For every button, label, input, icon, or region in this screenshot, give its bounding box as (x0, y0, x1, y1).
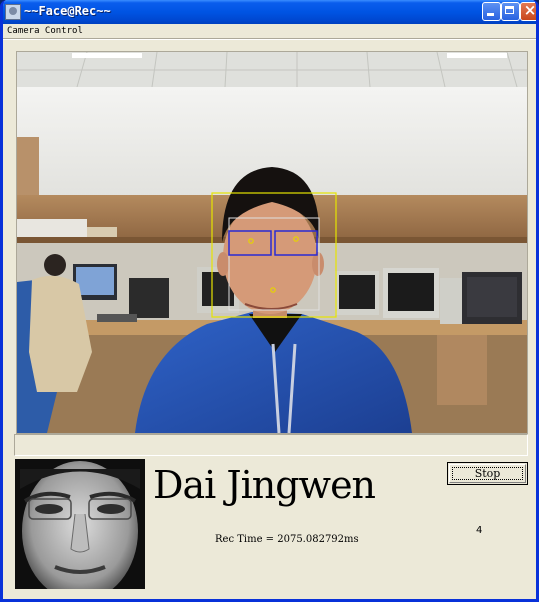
window-title: ~~Face@Rec~~ (24, 4, 111, 18)
subject-ear (217, 252, 229, 276)
stop-button-label: Stop (449, 464, 526, 483)
minimize-icon (487, 13, 494, 16)
app-window: ~~Face@Rec~~ × Camera Control Dai Jingwe… (0, 0, 539, 602)
camera-frame (17, 52, 527, 433)
recognition-count: 4 (476, 525, 483, 536)
monitor-left-screen (76, 267, 114, 295)
crt-screen (467, 277, 517, 317)
recognized-face-thumbnail (15, 459, 145, 589)
title-bar[interactable]: ~~Face@Rec~~ × (3, 0, 537, 24)
desk-equipment (129, 278, 169, 318)
menu-bar: Camera Control (3, 24, 536, 38)
close-icon: × (523, 1, 537, 19)
recognition-time: Rec Time = 2075.082792ms (215, 534, 359, 545)
pc-tower (440, 278, 462, 324)
status-panel (14, 434, 528, 456)
recognized-name: Dai Jingwen (153, 463, 376, 507)
keyboard (97, 314, 137, 322)
menu-camera-control[interactable]: Camera Control (7, 24, 83, 38)
shelf-items (87, 227, 117, 237)
crt-screen (339, 275, 375, 309)
stop-button[interactable]: Stop (447, 462, 528, 485)
menu-divider (3, 38, 536, 40)
desk-drawer (437, 335, 487, 405)
app-icon[interactable] (5, 4, 21, 20)
shelf-papers (17, 219, 87, 237)
normalized-face-image (15, 459, 145, 589)
close-button[interactable]: × (520, 1, 537, 21)
background-person-head (44, 254, 66, 276)
ceiling-light (447, 53, 507, 58)
ceiling-light (72, 53, 142, 58)
maximize-button[interactable] (501, 2, 520, 21)
minimize-button[interactable] (482, 2, 501, 21)
crt-screen (388, 273, 434, 311)
camera-video-view (16, 51, 528, 434)
maximize-icon (505, 6, 514, 14)
